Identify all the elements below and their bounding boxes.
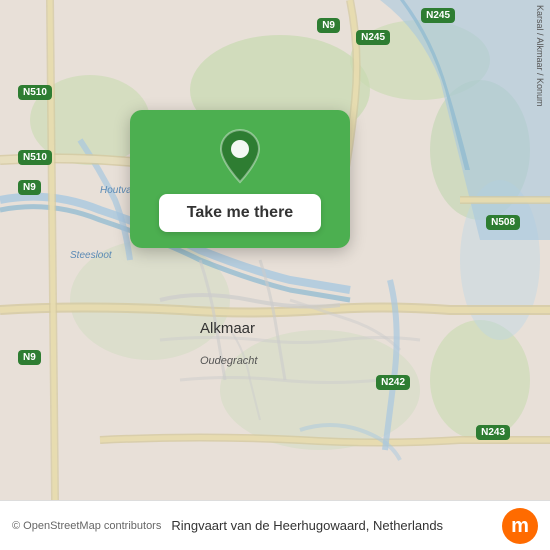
copyright-text: © OpenStreetMap contributors	[12, 520, 161, 532]
road-badge-n9-bot: N9	[18, 350, 41, 365]
road-badge-n510-mid: N510	[18, 150, 52, 165]
moovit-logo-icon: m	[502, 508, 538, 544]
label-steesloot: Steesloot	[70, 250, 112, 261]
road-badge-n508: N508	[486, 215, 520, 230]
road-badge-n510-left: N510	[18, 85, 52, 100]
road-badge-n9-mid: N9	[18, 180, 41, 195]
moovit-logo: m	[502, 508, 538, 544]
sidebar-location-label: Karsal / Alkmaar / Konum	[535, 5, 545, 107]
road-badge-n9-top: N9	[317, 18, 340, 33]
map-container: N245 N9 N510 N510 N9 N9 N508 N242 N243 N…	[0, 0, 550, 500]
road-badge-n245-mid: N245	[356, 30, 390, 45]
label-oudegracht: Oudegracht	[200, 355, 257, 367]
take-me-there-button[interactable]: Take me there	[159, 194, 321, 232]
footer: © OpenStreetMap contributors Ringvaart v…	[0, 500, 550, 550]
road-badge-n242-bot: N242	[376, 375, 410, 390]
location-label: Ringvaart van de Heerhugowaard, Netherla…	[171, 518, 492, 533]
pin-icon	[215, 128, 265, 184]
navigation-popup: Take me there	[130, 110, 350, 248]
city-label-alkmaar: Alkmaar	[200, 320, 255, 337]
road-badge-n245-top: N245	[421, 8, 455, 23]
road-badge-n243-bot: N243	[476, 425, 510, 440]
svg-text:m: m	[511, 515, 529, 537]
pin-icon-wrapper	[215, 128, 265, 184]
